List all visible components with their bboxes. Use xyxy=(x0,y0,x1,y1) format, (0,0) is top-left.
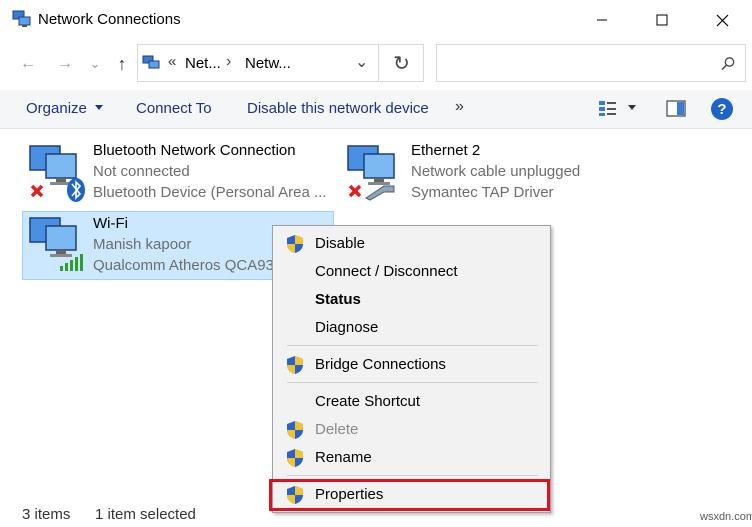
search-input[interactable] xyxy=(436,44,746,82)
menu-separator xyxy=(287,382,538,383)
connection-device: Qualcomm Atheros QCA93 xyxy=(93,257,274,274)
menu-item-label: Rename xyxy=(315,449,372,466)
back-button[interactable]: ← xyxy=(15,48,41,80)
breadcrumb-overflow[interactable]: « xyxy=(168,53,176,70)
connection-device: Bluetooth Device (Personal Area ... xyxy=(93,184,327,201)
wifi-network-icon xyxy=(29,217,83,271)
change-view-button[interactable] xyxy=(598,99,638,119)
address-bar[interactable]: « Net... › Netw... ⌄ xyxy=(137,44,379,82)
menu-item-disable[interactable]: Disable xyxy=(273,231,550,257)
more-commands-button[interactable]: » xyxy=(455,98,464,116)
menu-separator xyxy=(287,345,538,346)
command-bar: Organize Connect To Disable this network… xyxy=(0,90,752,129)
address-dropdown-icon[interactable]: ⌄ xyxy=(355,52,368,72)
connection-status: Manish kapoor xyxy=(93,236,192,253)
help-icon: ? xyxy=(711,98,733,120)
connect-to-button[interactable]: Connect To xyxy=(136,100,212,117)
chevron-down-icon: ⌄ xyxy=(89,56,101,71)
back-arrow-icon: ← xyxy=(20,55,36,72)
view-dropdown-icon xyxy=(628,105,636,110)
network-connections-icon xyxy=(12,10,31,27)
watermark: wsxdn.com xyxy=(700,511,752,523)
organize-label: Organize xyxy=(26,100,87,117)
connection-item-bluetooth[interactable]: Bluetooth Network Connection Not connect… xyxy=(22,138,334,206)
menu-item-create-shortcut[interactable]: Create Shortcut xyxy=(273,389,550,415)
search-icon xyxy=(721,57,735,71)
menu-item-label: Create Shortcut xyxy=(315,393,421,410)
preview-pane-icon xyxy=(666,100,686,117)
address-network-icon xyxy=(142,55,160,69)
connection-device: Symantec TAP Driver xyxy=(411,184,554,201)
window-title: Network Connections xyxy=(38,11,181,28)
uac-shield-icon xyxy=(287,449,303,467)
connection-name: Bluetooth Network Connection xyxy=(93,142,296,159)
forward-arrow-icon: → xyxy=(57,55,73,72)
breadcrumb-separator-icon[interactable]: › xyxy=(226,53,231,71)
status-selection: 1 item selected xyxy=(95,506,196,523)
breadcrumb-item-1[interactable]: Net... xyxy=(185,55,221,72)
connection-item-ethernet[interactable]: Ethernet 2 Network cable unplugged Syman… xyxy=(340,138,640,206)
breadcrumb-item-2[interactable]: Netw... xyxy=(245,55,291,72)
preview-pane-button[interactable] xyxy=(666,100,686,122)
menu-item-diagnose[interactable]: Diagnose xyxy=(273,315,550,341)
bluetooth-network-icon xyxy=(29,145,85,202)
disable-network-device-button[interactable]: Disable this network device xyxy=(247,100,429,117)
caret-down-icon xyxy=(95,105,104,110)
menu-item-bridge-connections[interactable]: Bridge Connections xyxy=(273,352,550,378)
connection-name: Wi-Fi xyxy=(93,215,128,232)
uac-shield-icon xyxy=(287,235,303,253)
up-arrow-icon: ↑ xyxy=(117,53,127,74)
connection-status: Not connected xyxy=(93,163,190,180)
uac-shield-icon xyxy=(287,421,303,439)
svg-text:?: ? xyxy=(717,101,726,118)
refresh-icon: ↻ xyxy=(393,52,410,75)
menu-item-label: Bridge Connections xyxy=(315,356,446,373)
connection-status: Network cable unplugged xyxy=(411,163,581,180)
organize-button[interactable]: Organize xyxy=(26,100,104,117)
menu-item-label: Diagnose xyxy=(315,319,379,336)
menu-item-status[interactable]: Status xyxy=(273,287,550,313)
view-options-icon xyxy=(599,101,616,116)
menu-item-label: Connect / Disconnect xyxy=(315,263,458,280)
uac-shield-icon xyxy=(287,356,303,374)
menu-item-delete: Delete xyxy=(273,417,550,443)
menu-item-connect-disconnect[interactable]: Connect / Disconnect xyxy=(273,259,550,285)
menu-item-label: Status xyxy=(315,291,361,308)
help-button[interactable]: ? xyxy=(710,97,734,126)
forward-button[interactable]: → xyxy=(52,48,78,80)
minimize-icon xyxy=(597,19,607,21)
menu-separator xyxy=(287,475,538,476)
up-button[interactable]: ↑ xyxy=(109,48,135,80)
menu-item-label: Delete xyxy=(315,421,359,438)
minimize-button[interactable] xyxy=(574,0,630,40)
maximize-button[interactable] xyxy=(634,0,690,40)
maximize-icon xyxy=(656,14,668,26)
properties-highlight-box xyxy=(269,479,550,511)
recent-locations-button[interactable]: ⌄ xyxy=(84,48,106,80)
connection-name: Ethernet 2 xyxy=(411,142,481,159)
refresh-button[interactable]: ↻ xyxy=(380,44,424,82)
menu-item-label: Disable xyxy=(315,235,366,252)
close-icon xyxy=(716,14,728,26)
ethernet-network-icon xyxy=(347,145,395,201)
context-menu: Disable Connect / Disconnect Status Diag… xyxy=(272,225,551,513)
menu-item-rename[interactable]: Rename xyxy=(273,445,550,471)
status-item-count: 3 items xyxy=(22,506,71,523)
close-button[interactable] xyxy=(694,0,750,40)
title-bar: Network Connections xyxy=(0,0,752,40)
network-connections-window: Network Connections ← → ⌄ ↑ « Net... › N… xyxy=(0,0,752,527)
